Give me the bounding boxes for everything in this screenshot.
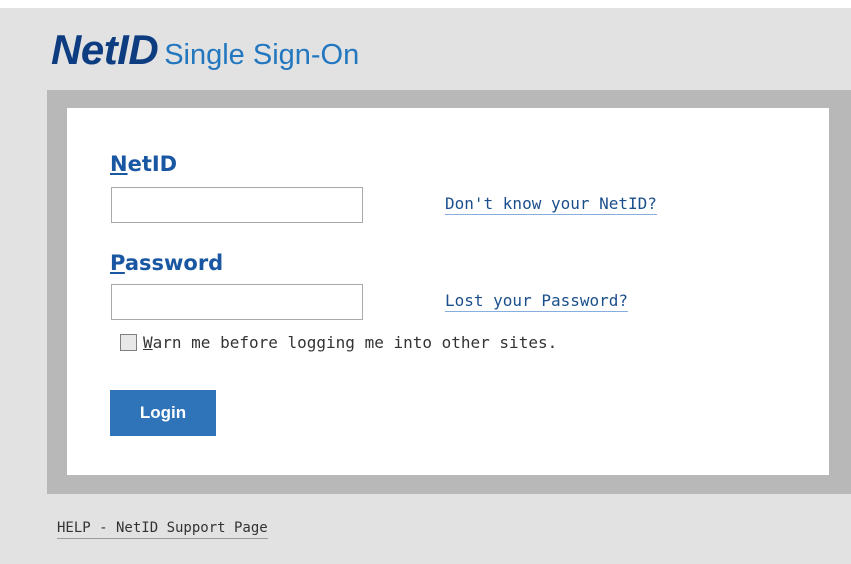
page-background: NetID Single Sign-On NetID Don't know you… xyxy=(0,8,851,564)
netid-input[interactable] xyxy=(111,187,363,223)
login-button[interactable]: Login xyxy=(110,390,216,436)
help-support-link[interactable]: HELP - NetID Support Page xyxy=(57,520,268,539)
warn-label-text[interactable]: arn me before logging me into other site… xyxy=(153,333,558,352)
warn-checkbox[interactable] xyxy=(120,334,137,351)
netid-label-text: etID xyxy=(127,152,178,176)
forgot-netid-link[interactable]: Don't know your NetID? xyxy=(445,194,657,215)
netid-label-accesskey: N xyxy=(110,152,128,176)
password-input[interactable] xyxy=(111,284,363,320)
brand-logo-text: NetID xyxy=(51,26,159,73)
login-panel: NetID Don't know your NetID? Password Lo… xyxy=(67,108,829,475)
lost-password-link[interactable]: Lost your Password? xyxy=(445,291,629,312)
password-label: Password xyxy=(110,251,223,275)
warn-option-row: Warn me before logging me into other sit… xyxy=(120,333,557,352)
login-frame: NetID Don't know your NetID? Password Lo… xyxy=(47,90,851,494)
netid-label: NetID xyxy=(110,152,177,176)
page-subtitle: Single Sign-On xyxy=(164,39,360,71)
page-header: NetID Single Sign-On xyxy=(51,26,359,74)
password-label-text: assword xyxy=(124,251,224,275)
warn-label-accesskey: W xyxy=(143,333,153,352)
password-label-accesskey: P xyxy=(110,251,125,275)
